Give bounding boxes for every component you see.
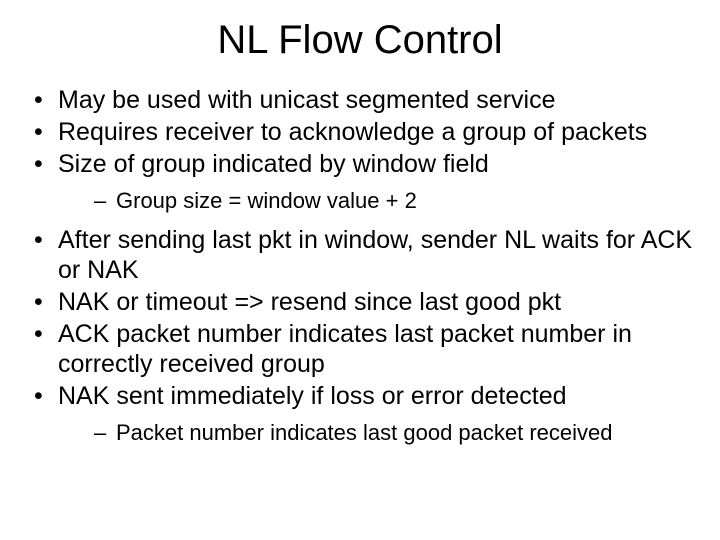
list-item: NAK or timeout => resend since last good… <box>26 287 694 317</box>
sub-list: Packet number indicates last good packet… <box>58 419 694 447</box>
list-item-text: NAK sent immediately if loss or error de… <box>58 382 567 410</box>
list-item: Requires receiver to acknowledge a group… <box>26 117 694 147</box>
sub-list-item: Group size = window value + 2 <box>58 187 694 215</box>
list-item: ACK packet number indicates last packet … <box>26 319 694 379</box>
sub-list-item: Packet number indicates last good packet… <box>58 419 694 447</box>
list-item-text: Requires receiver to acknowledge a group… <box>58 118 647 146</box>
sub-list-item-text: Packet number indicates last good packet… <box>116 420 613 445</box>
sub-list-item-text: Group size = window value + 2 <box>116 188 417 213</box>
list-item-text: May be used with unicast segmented servi… <box>58 86 555 114</box>
list-item: NAK sent immediately if loss or error de… <box>26 381 694 447</box>
list-item: Size of group indicated by window field … <box>26 149 694 215</box>
slide-title: NL Flow Control <box>26 18 694 63</box>
list-item: After sending last pkt in window, sender… <box>26 225 694 285</box>
list-item-text: After sending last pkt in window, sender… <box>58 226 692 284</box>
list-item-text: NAK or timeout => resend since last good… <box>58 288 561 316</box>
list-item: May be used with unicast segmented servi… <box>26 85 694 115</box>
list-item-text: Size of group indicated by window field <box>58 150 489 178</box>
bullet-list: May be used with unicast segmented servi… <box>26 85 694 446</box>
sub-list: Group size = window value + 2 <box>58 187 694 215</box>
list-item-text: ACK packet number indicates last packet … <box>58 320 632 378</box>
